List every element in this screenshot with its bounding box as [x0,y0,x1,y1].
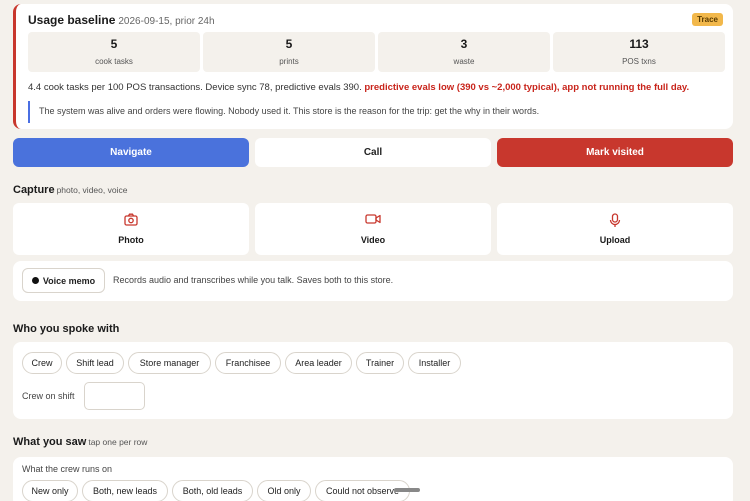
spoke-heading: Who you spoke with [13,323,120,335]
crew-runs-on-label: What the crew runs on [22,464,113,474]
video-camera-icon [365,214,381,224]
voice-memo-card: Voice memo Records audio and transcribes… [13,261,733,301]
stat-label: POS txns [622,57,656,66]
chip-old-only[interactable]: Old only [257,480,311,501]
navigate-button[interactable]: Navigate [13,138,249,167]
upload-button[interactable]: Upload [497,203,733,255]
spoke-card: Crew Shift lead Store manager Franchisee… [13,342,733,419]
record-dot-icon [31,277,39,284]
saw-heading: What you saw tap one per row [13,436,147,448]
baseline-title: Usage baseline [28,13,116,27]
chip-store-manager[interactable]: Store manager [128,352,211,374]
scroll-handle[interactable] [394,488,420,492]
chip-shift-lead[interactable]: Shift lead [66,352,124,374]
baseline-quote: The system was alive and orders were flo… [28,101,725,123]
call-button[interactable]: Call [255,138,491,167]
chip-both-new-leads[interactable]: Both, new leads [82,480,168,501]
stat-value: 3 [460,37,468,51]
baseline-subtitle: 2026-09-15, prior 24h [118,16,215,27]
summary-text: 4.4 cook tasks per 100 POS transactions.… [28,82,362,93]
chip-installer[interactable]: Installer [408,352,461,374]
mark-visited-button[interactable]: Mark visited [497,138,733,167]
microphone-icon [609,213,621,227]
voice-memo-button[interactable]: Voice memo [22,268,105,293]
saw-title: What you saw [13,436,87,448]
crew-on-shift-input[interactable] [84,382,145,410]
stat-cook-tasks: 5 cook tasks [28,32,200,72]
stat-prints: 5 prints [203,32,375,72]
stat-label: waste [453,57,475,66]
summary-alert: predictive evals low (390 vs ~2,000 typi… [364,82,690,93]
capture-hint: photo, video, voice [56,185,128,195]
chip-both-old-leads[interactable]: Both, old leads [172,480,253,501]
photo-button[interactable]: Photo [13,203,249,255]
stat-label: cook tasks [95,57,133,66]
baseline-header: Usage baseline 2026-09-15, prior 24h [28,13,215,27]
chip-franchisee[interactable]: Franchisee [215,352,281,374]
crew-on-shift-label: Crew on shift [22,391,75,401]
chip-area-leader[interactable]: Area leader [285,352,352,374]
usage-baseline-card: Usage baseline 2026-09-15, prior 24h Trac… [13,4,733,129]
upload-label: Upload [599,235,631,245]
chip-new-only[interactable]: New only [22,480,78,501]
camera-icon [124,213,138,226]
voice-memo-description: Records audio and transcribes while you … [113,275,394,285]
saw-card: What the crew runs on New only Both, new… [13,457,733,501]
stat-value: 5 [285,37,293,51]
chip-crew[interactable]: Crew [22,352,62,374]
video-button[interactable]: Video [255,203,491,255]
stat-pos-txns: 113 POS txns [553,32,725,72]
stat-label: prints [279,57,299,66]
photo-label: Photo [118,235,144,245]
stat-value: 113 [629,37,649,51]
voice-memo-label: Voice memo [42,275,96,286]
capture-title: Capture [13,184,55,196]
capture-heading: Capture photo, video, voice [13,184,127,196]
stat-waste: 3 waste [378,32,550,72]
trace-badge[interactable]: Trace [692,13,723,26]
stat-value: 5 [110,37,118,51]
video-label: Video [360,235,386,245]
baseline-summary: 4.4 cook tasks per 100 POS transactions.… [28,82,689,93]
saw-hint: tap one per row [88,437,148,447]
chip-trainer[interactable]: Trainer [356,352,404,374]
stats-row: 5 cook tasks 5 prints 3 waste 113 POS tx… [28,32,725,72]
